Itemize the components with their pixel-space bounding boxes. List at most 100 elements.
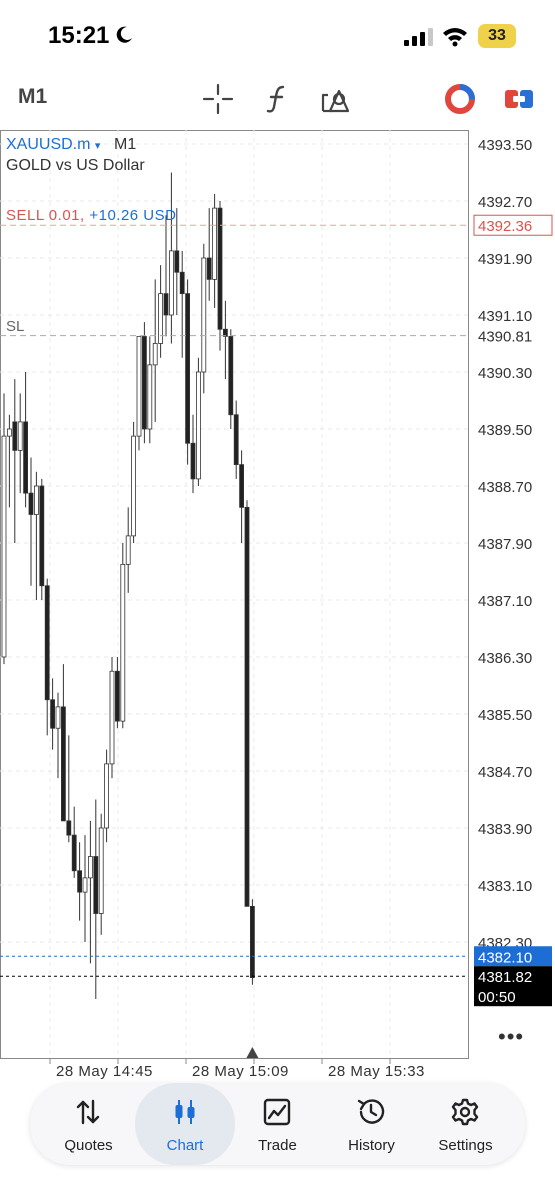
objects-icon[interactable]	[320, 83, 352, 115]
chart-timeframe: M1	[114, 136, 137, 153]
stop-loss-price: 4390.81	[478, 329, 532, 346]
cellular-signal-icon	[404, 28, 433, 46]
bull-candle	[168, 250, 174, 316]
price-tick-label: 4387.90	[478, 536, 532, 553]
clock-history-icon	[357, 1099, 385, 1124]
position-price: 4392.36	[478, 218, 532, 235]
more-options-button[interactable]: •••	[498, 1024, 524, 1050]
nav-label: Chart	[166, 1137, 204, 1154]
crosshair-icon[interactable]	[202, 83, 234, 115]
bull-candle	[1, 435, 7, 658]
bear-candle	[244, 506, 250, 907]
bear-candle	[217, 207, 223, 330]
chart-toolbar: M1	[0, 75, 555, 123]
price-tick-label: 4383.90	[478, 821, 532, 838]
bear-candle	[93, 856, 99, 914]
bull-candle	[104, 763, 109, 829]
bear-candle	[228, 335, 234, 416]
bear-candle	[233, 414, 239, 466]
bull-candle	[109, 670, 115, 765]
price-tick-label: 4390.30	[478, 365, 532, 382]
symbol-selector[interactable]: XAUUSD.m ▾	[6, 136, 100, 154]
plot-frame	[0, 130, 469, 1059]
nav-settings[interactable]: Settings	[418, 1083, 513, 1165]
nav-history[interactable]: History	[324, 1083, 419, 1165]
price-tick-label: 4383.10	[478, 878, 532, 895]
position-label[interactable]: SELL 0.01, +10.26 USD	[6, 207, 176, 224]
bear-candle	[77, 870, 82, 893]
nav-label: Settings	[438, 1137, 493, 1154]
trend-line-icon	[263, 1098, 291, 1126]
nav-trade[interactable]: Trade	[230, 1083, 325, 1165]
price-tick-label: 4391.90	[478, 251, 532, 268]
status-bar: 15:21 33	[0, 0, 555, 75]
time-tick-label: 28 May 15:33	[328, 1063, 425, 1080]
bull-candle	[82, 877, 88, 893]
bear-candle	[71, 834, 77, 872]
bear-candle	[185, 293, 191, 444]
nav-label: Trade	[258, 1137, 297, 1154]
bear-candle	[141, 335, 147, 430]
price-tick-label: 4384.70	[478, 764, 532, 781]
bull-candle	[34, 485, 39, 515]
bull-candle	[201, 257, 207, 373]
bull-candle	[212, 207, 218, 280]
bear-candle	[12, 421, 18, 451]
price-tick-label: 4387.10	[478, 593, 532, 610]
bear-candle	[174, 250, 180, 273]
stop-loss-label[interactable]: SL	[6, 318, 24, 335]
symbol-name: XAUUSD.m	[6, 136, 91, 153]
gear-icon	[451, 1098, 479, 1126]
nav-quotes[interactable]: Quotes	[41, 1083, 136, 1165]
bear-candle	[190, 442, 196, 480]
one-click-trading-icon[interactable]	[503, 83, 535, 115]
bear-candle	[28, 492, 34, 515]
time-tick-label: 28 May 15:09	[192, 1063, 289, 1080]
indicators-icon[interactable]	[262, 83, 294, 115]
price-tick-label: 4389.50	[478, 422, 532, 439]
bull-candle	[120, 563, 126, 722]
bull-candle	[7, 428, 12, 437]
bull-candle	[131, 435, 137, 537]
bear-candle	[39, 485, 45, 587]
bull-candle	[125, 535, 131, 565]
bear-candle	[206, 257, 212, 280]
bear-candle	[179, 271, 185, 295]
bear-candle	[23, 421, 29, 494]
nav-label: Quotes	[64, 1137, 113, 1154]
bull-candle	[88, 856, 93, 879]
arrows-updown-icon	[76, 1099, 100, 1125]
price-tick-label: 4391.10	[478, 308, 532, 325]
time-tick-label: 28 May 14:45	[56, 1063, 153, 1080]
price-tick-label: 4388.70	[478, 479, 532, 496]
bull-candle	[136, 335, 142, 437]
status-time: 15:21	[48, 22, 110, 49]
chevron-down-icon: ▾	[94, 140, 101, 152]
timeframe-button[interactable]: M1	[18, 85, 47, 109]
bull-candle	[55, 706, 61, 729]
bull-candle	[147, 364, 153, 430]
symbol-description: GOLD vs US Dollar	[6, 157, 145, 174]
price-tick-label: 4392.70	[478, 194, 532, 211]
bear-candle	[163, 293, 169, 316]
position-profit: +10.26 USD	[89, 207, 177, 224]
wifi-icon	[443, 28, 467, 47]
bull-candle	[152, 343, 158, 366]
bid-price: 4382.10	[478, 949, 532, 966]
bear-candle	[44, 585, 50, 701]
bear-candle	[61, 706, 66, 822]
chart-area[interactable]: 4393.50 4392.70 4391.90 4391.10 4390.30 4389.…	[0, 128, 555, 1088]
bull-candle	[98, 827, 104, 914]
price-tick-label: 4393.50	[478, 137, 532, 154]
position-type: SELL 0.01,	[6, 207, 85, 224]
bear-candle	[115, 670, 120, 722]
bull-candle	[17, 421, 23, 451]
nav-chart[interactable]: Chart	[135, 1083, 235, 1165]
bull-candle	[195, 371, 201, 480]
trading-signals-icon[interactable]	[444, 83, 476, 115]
moon-icon	[116, 26, 132, 43]
price-chart[interactable]: 4393.50 4392.70 4391.90 4391.10 4390.30 4389.…	[0, 128, 555, 1088]
bear-candle	[249, 905, 255, 979]
last-price: 4381.82	[478, 969, 532, 986]
battery-indicator: 33	[478, 24, 516, 48]
